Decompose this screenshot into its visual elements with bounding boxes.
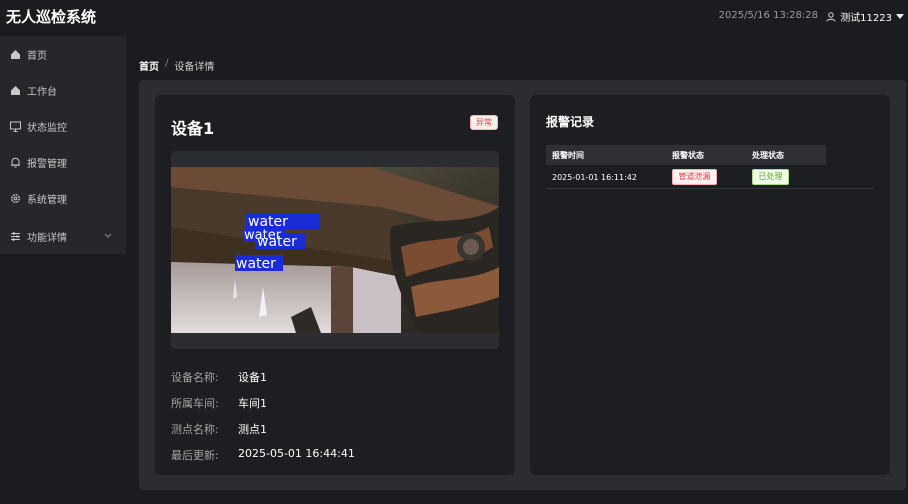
sidebar-item-label: 工作台: [27, 86, 57, 98]
detection-label: water: [257, 234, 297, 250]
bell-icon: [9, 156, 21, 168]
current-datetime: 2025/5/16 13:28:28: [718, 10, 818, 21]
user-icon: [826, 11, 836, 22]
camera-snapshot[interactable]: water water water water: [171, 167, 499, 333]
table-row-divider: [546, 188, 874, 189]
home-icon: [9, 84, 21, 96]
alarm-records-title: 报警记录: [546, 115, 595, 129]
sidebar-item-function-details[interactable]: 功能详情: [0, 218, 126, 254]
sidebar-item-status-monitor[interactable]: 状态监控: [0, 108, 126, 144]
user-name: 测试11223: [840, 13, 892, 24]
device-title: 设备1: [171, 119, 215, 138]
sidebar-item-workbench[interactable]: 工作台: [0, 72, 126, 108]
alarm-status-badge: 管道泄漏: [672, 169, 717, 185]
sidebar-item-label: 状态监控: [27, 122, 67, 134]
sidebar-item-label: 系统管理: [27, 194, 67, 206]
home-icon: [9, 48, 21, 60]
last-updated-value: 2025-05-01 16:44:41: [238, 447, 355, 460]
handle-status-badge: 已处理: [752, 169, 789, 185]
point-name-label: 测点名称:: [171, 423, 219, 436]
breadcrumb: 首页 / 设备详情: [139, 58, 214, 73]
workshop-value: 车间1: [238, 397, 267, 410]
sidebar-item-system-management[interactable]: 系统管理: [0, 180, 126, 216]
user-menu[interactable]: 测试11223: [826, 9, 904, 24]
device-name-value: 设备1: [238, 371, 267, 384]
breadcrumb-home[interactable]: 首页: [139, 58, 159, 73]
sliders-icon: [9, 230, 21, 242]
device-name-label: 设备名称:: [171, 371, 219, 384]
detection-label: water: [236, 256, 276, 272]
last-updated-label: 最后更新:: [171, 449, 219, 462]
point-name-value: 测点1: [238, 423, 267, 436]
caret-down-icon: [896, 13, 904, 20]
monitor-icon: [9, 120, 21, 132]
column-header-time: 报警时间: [552, 151, 584, 160]
gear-icon: [9, 192, 21, 204]
breadcrumb-separator: /: [165, 58, 169, 69]
alarm-time-cell: 2025-01-01 16:11:42: [552, 173, 637, 182]
sidebar-item-label: 功能详情: [27, 232, 67, 244]
top-bar: 无人巡检系统 2025/5/16 13:28:28 测试11223: [0, 0, 908, 34]
chevron-down-icon: [104, 231, 112, 242]
pipe-scene-image: water water water water: [171, 167, 499, 333]
sidebar-item-alarm-management[interactable]: 报警管理: [0, 144, 126, 180]
sidebar-item-label: 首页: [27, 50, 47, 62]
column-header-alarm-status: 报警状态: [672, 151, 704, 160]
column-header-handle-status: 处理状态: [752, 151, 784, 160]
sidebar-item-home[interactable]: 首页: [0, 36, 126, 72]
sidebar-item-label: 报警管理: [27, 158, 67, 170]
breadcrumb-current: 设备详情: [174, 62, 215, 73]
app-title: 无人巡检系统: [6, 8, 97, 26]
workshop-label: 所属车间:: [171, 397, 219, 410]
status-badge: 异常: [470, 115, 498, 130]
sidebar: 首页 工作台 状态监控 报警管理 系统管理 功能详情: [0, 36, 126, 254]
